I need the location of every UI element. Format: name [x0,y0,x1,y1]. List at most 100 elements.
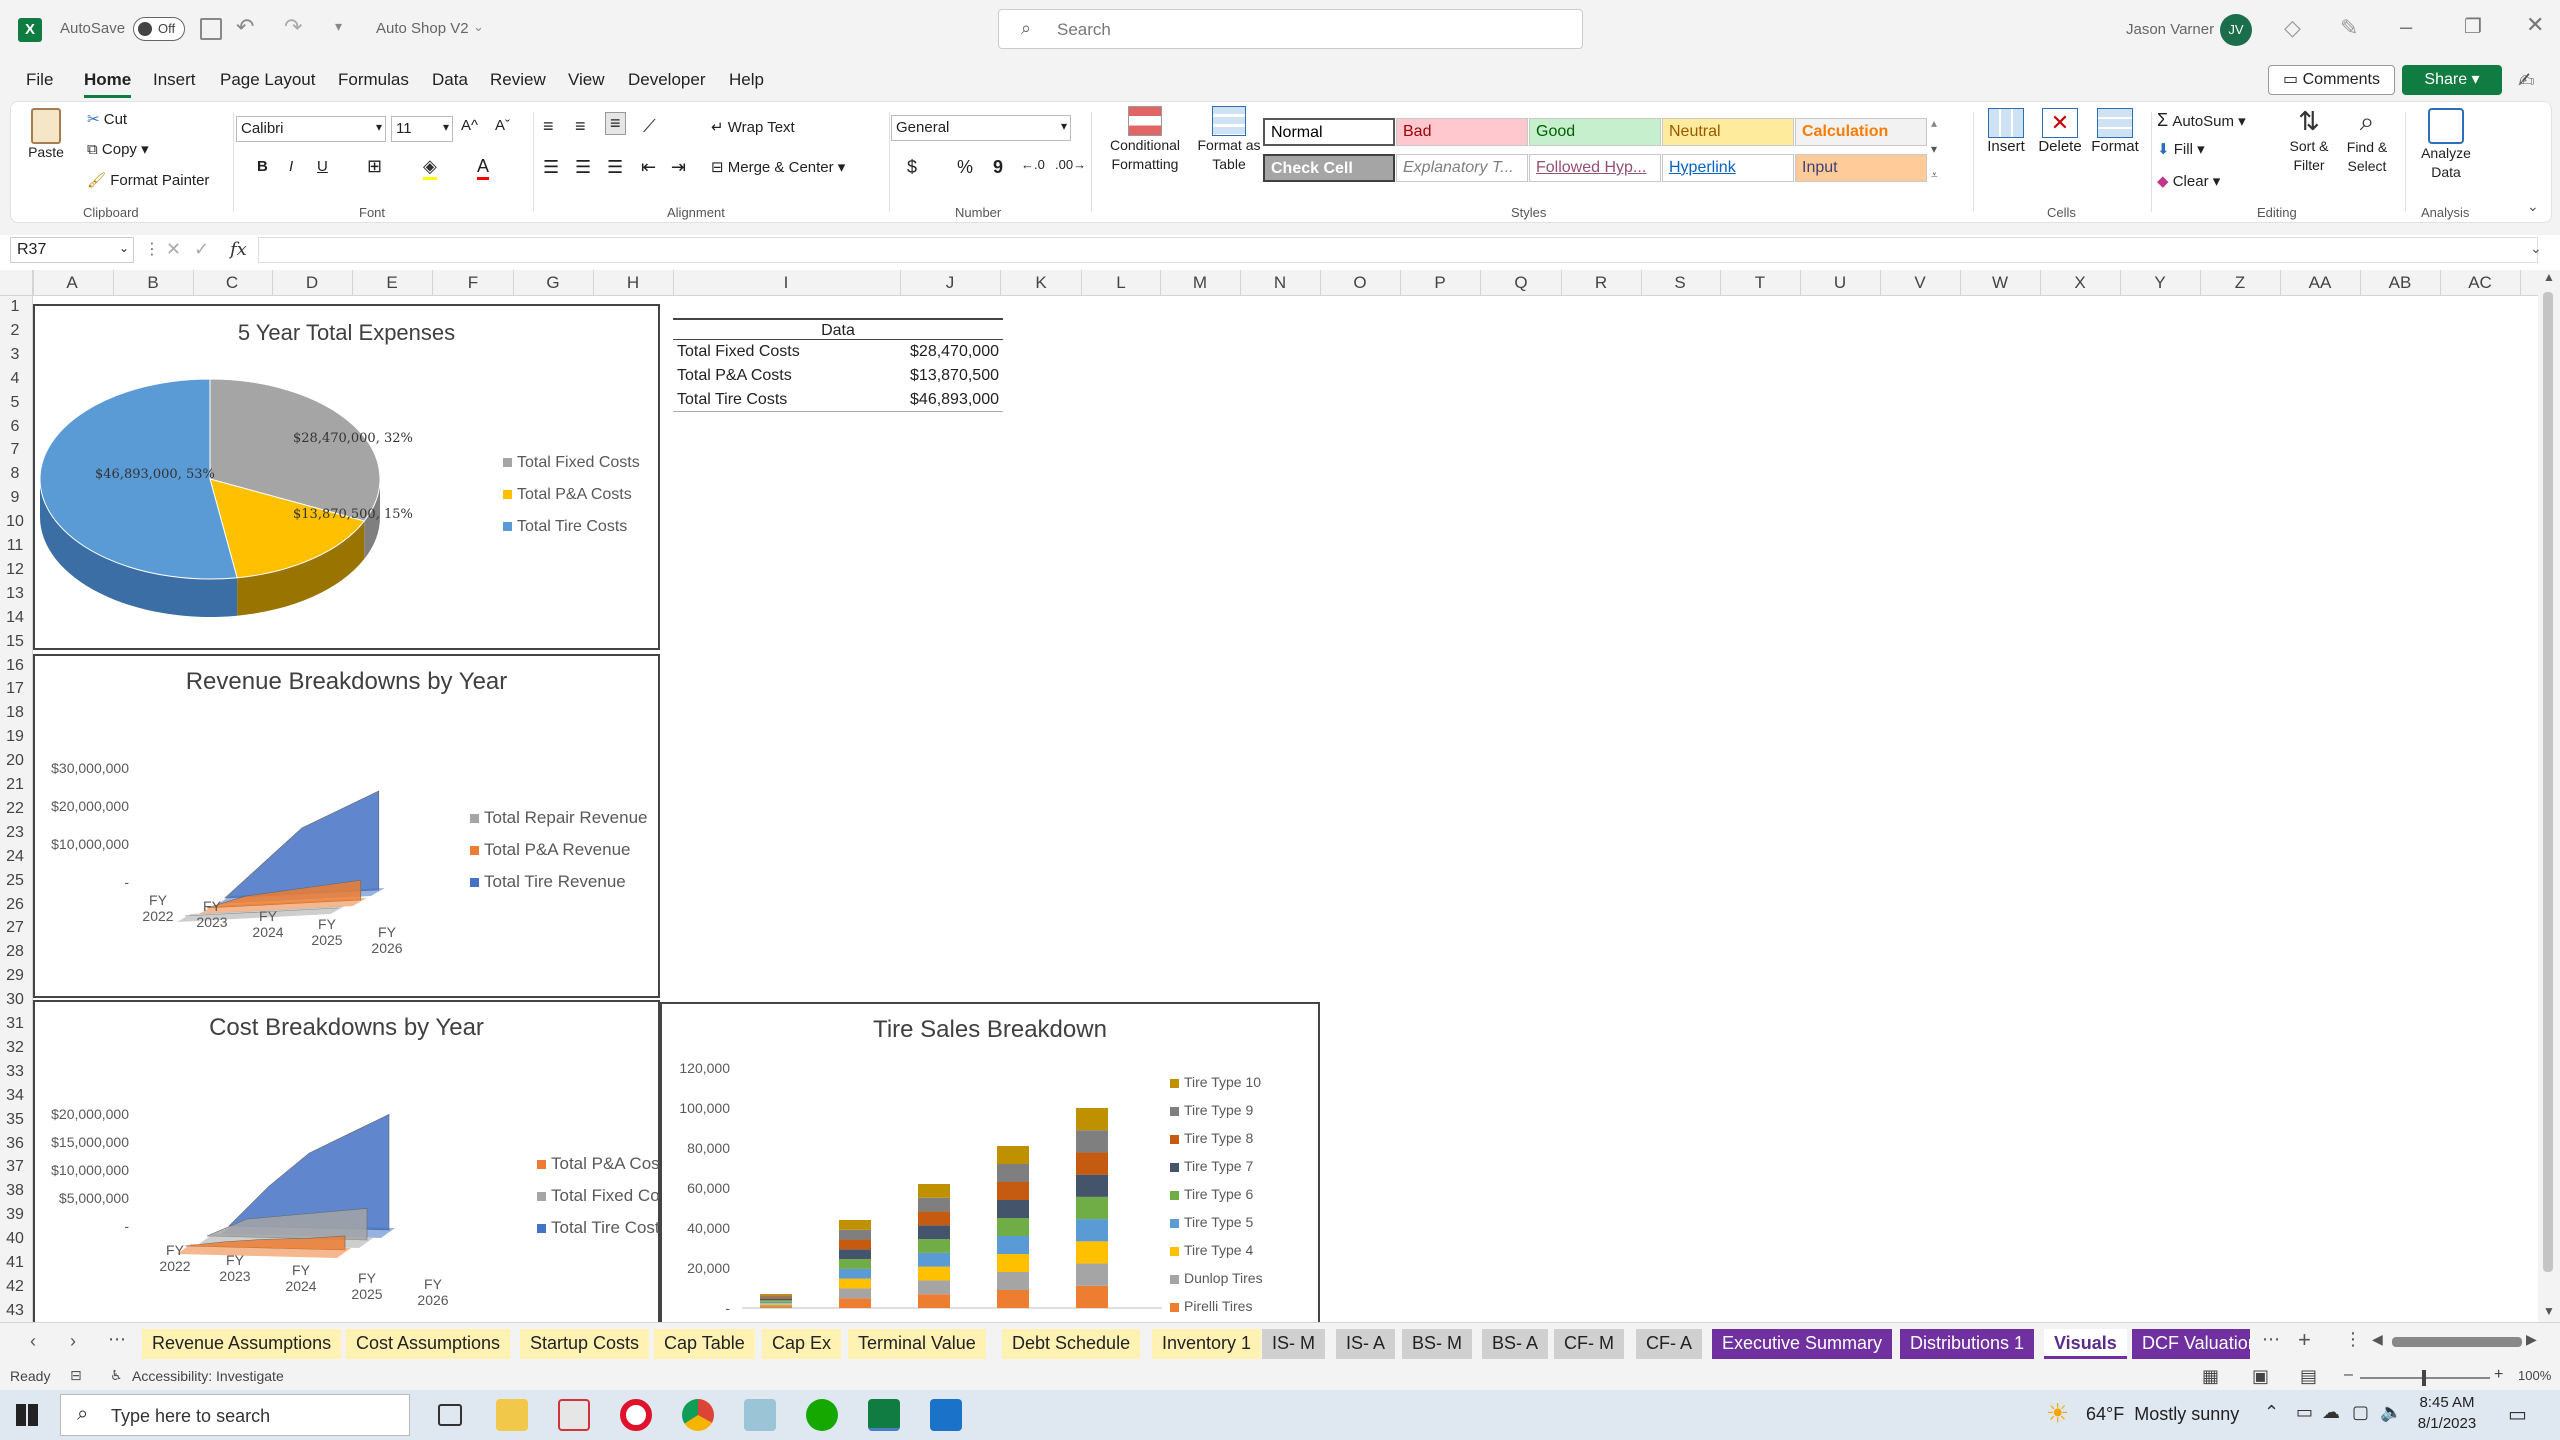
cell-style-5[interactable]: Check Cell [1263,154,1395,182]
decrease-indent-icon[interactable]: ⇤ [641,157,656,178]
horizontal-scrollbar[interactable] [2392,1337,2522,1347]
notifications-icon[interactable]: ▭ [2508,1402,2527,1427]
weather-text[interactable]: 64°F Mostly sunny [2086,1404,2239,1425]
data-table-value[interactable]: $28,470,000 [910,340,999,364]
bar-segment[interactable] [839,1249,871,1260]
column-header[interactable]: M [1180,273,1220,293]
row-header[interactable]: 27 [0,919,30,937]
column-header[interactable]: U [1820,273,1860,293]
row-header[interactable]: 15 [0,633,30,651]
merge-center-button[interactable]: ⊟ Merge & Center ▾ [711,158,845,176]
column-header[interactable]: Z [2220,273,2260,293]
bar-segment[interactable] [760,1303,792,1305]
bar-segment[interactable] [760,1295,792,1298]
menu-view[interactable]: View [568,70,605,90]
customize-qat-icon[interactable]: ▾ [335,18,342,35]
column-header[interactable]: Y [2140,273,2180,293]
upwork-icon[interactable] [806,1399,838,1431]
percent-button[interactable]: % [957,157,973,178]
bar-segment[interactable] [760,1306,792,1308]
taskbar-search-box[interactable]: ⌕ Type here to search [60,1394,410,1436]
cell-style-7[interactable]: Followed Hyp... [1529,154,1661,182]
bar-segment[interactable] [1076,1285,1108,1308]
decrease-decimal-icon[interactable]: .00→ [1055,157,1086,172]
clear-button[interactable]: ◆ Clear ▾ [2157,172,2220,190]
sheet-tab[interactable]: Terminal Value [848,1329,986,1359]
minimize-icon[interactable]: – [2400,14,2412,40]
legend-item[interactable]: Total P&A Costs [537,1154,673,1174]
sheet-tab[interactable]: Startup Costs [520,1329,650,1359]
bar-segment[interactable] [1076,1196,1108,1220]
bar-segment[interactable] [839,1220,871,1230]
bar-segment[interactable] [997,1236,1029,1254]
scroll-thumb[interactable] [2543,292,2553,1272]
menu-help[interactable]: Help [729,70,764,90]
underline-button[interactable]: U [317,158,328,175]
bar-segment[interactable] [997,1272,1029,1290]
name-box[interactable]: R37 ⌄ [10,237,134,263]
find-select-button[interactable]: ⌕ Find & Select [2337,106,2397,176]
cell-style-4[interactable]: Calculation [1795,118,1927,146]
enter-icon[interactable]: ✓ [194,239,209,260]
row-header[interactable]: 39 [0,1206,30,1224]
column-header[interactable]: T [1740,273,1780,293]
bar-segment[interactable] [1076,1174,1108,1197]
paste-button[interactable]: Paste [27,108,65,182]
zoom-out-icon[interactable]: – [2344,1366,2353,1384]
bar-segment[interactable] [1076,1108,1108,1131]
save-icon[interactable] [200,18,222,40]
row-header[interactable]: 41 [0,1254,30,1272]
copy-button[interactable]: ⧉ Copy ▾ [87,140,149,158]
cancel-icon[interactable]: ✕ [166,239,181,260]
autosave-toggle[interactable]: Off [133,17,185,41]
page-break-view-icon[interactable]: ▤ [2300,1366,2317,1387]
column-header[interactable]: J [930,273,970,293]
more-options-icon[interactable]: ⋮ [144,239,160,259]
column-header[interactable]: N [1260,273,1300,293]
sheet-tab[interactable]: CF- A [1636,1329,1703,1359]
fill-color-icon[interactable]: ◈ [423,156,437,180]
column-header[interactable]: F [453,273,493,293]
snipping-tool-icon[interactable] [558,1399,590,1431]
comma-button[interactable]: 9 [993,157,1003,178]
expand-formula-icon[interactable]: ⌄ [2530,240,2542,257]
bar-segment[interactable] [997,1182,1029,1200]
align-middle-icon[interactable]: ≡ [575,116,586,137]
analyze-data-button[interactable]: Analyze Data [2413,108,2479,182]
styles-more-icon[interactable]: ⩡ [1931,168,1938,183]
cell-style-3[interactable]: Neutral [1662,118,1794,146]
bar-segment[interactable] [760,1298,792,1301]
menu-review[interactable]: Review [490,70,546,90]
photos-icon[interactable] [930,1399,962,1431]
bar-segment[interactable] [839,1239,871,1250]
bar-segment[interactable] [918,1294,950,1308]
sort-filter-button[interactable]: ⇅ Sort & Filter [2279,106,2339,175]
insert-function-icon[interactable]: fx [230,239,247,260]
app-icon[interactable] [744,1399,776,1431]
redo-icon[interactable]: ↷ [284,14,302,40]
align-bottom-icon[interactable]: ≡ [605,112,626,135]
styles-scroll-up-icon[interactable]: ▴ [1931,116,1937,130]
diamond-icon[interactable]: ◇ [2284,15,2301,41]
bar-segment[interactable] [918,1280,950,1295]
data-table-label[interactable]: Total Fixed Costs [677,340,800,364]
fill-button[interactable]: ⬇ Fill ▾ [2157,140,2205,158]
legend-item[interactable]: Tire Type 4 [1170,1242,1253,1258]
legend-item[interactable]: Total Repair Revenue [470,808,647,828]
pen-icon[interactable]: ✎ [2340,15,2358,41]
sheet-tab[interactable]: IS- M [1262,1329,1325,1359]
row-header[interactable]: 9 [0,489,30,507]
bar-segment[interactable] [997,1254,1029,1272]
row-header[interactable]: 19 [0,728,30,746]
legend-item[interactable]: Total Tire Revenue [470,872,626,892]
currency-button[interactable]: $ [907,157,917,178]
menu-page-layout[interactable]: Page Layout [220,70,315,90]
legend-item[interactable]: Total Tire Costs [503,518,627,536]
column-header[interactable]: O [1340,273,1380,293]
column-header[interactable]: B [133,273,173,293]
column-header[interactable]: A [52,273,92,293]
align-left-icon[interactable]: ☰ [543,157,559,178]
column-header[interactable]: AB [2380,273,2420,293]
sheet-tab[interactable]: Revenue Assumptions [142,1329,342,1359]
bar-segment[interactable] [839,1229,871,1240]
